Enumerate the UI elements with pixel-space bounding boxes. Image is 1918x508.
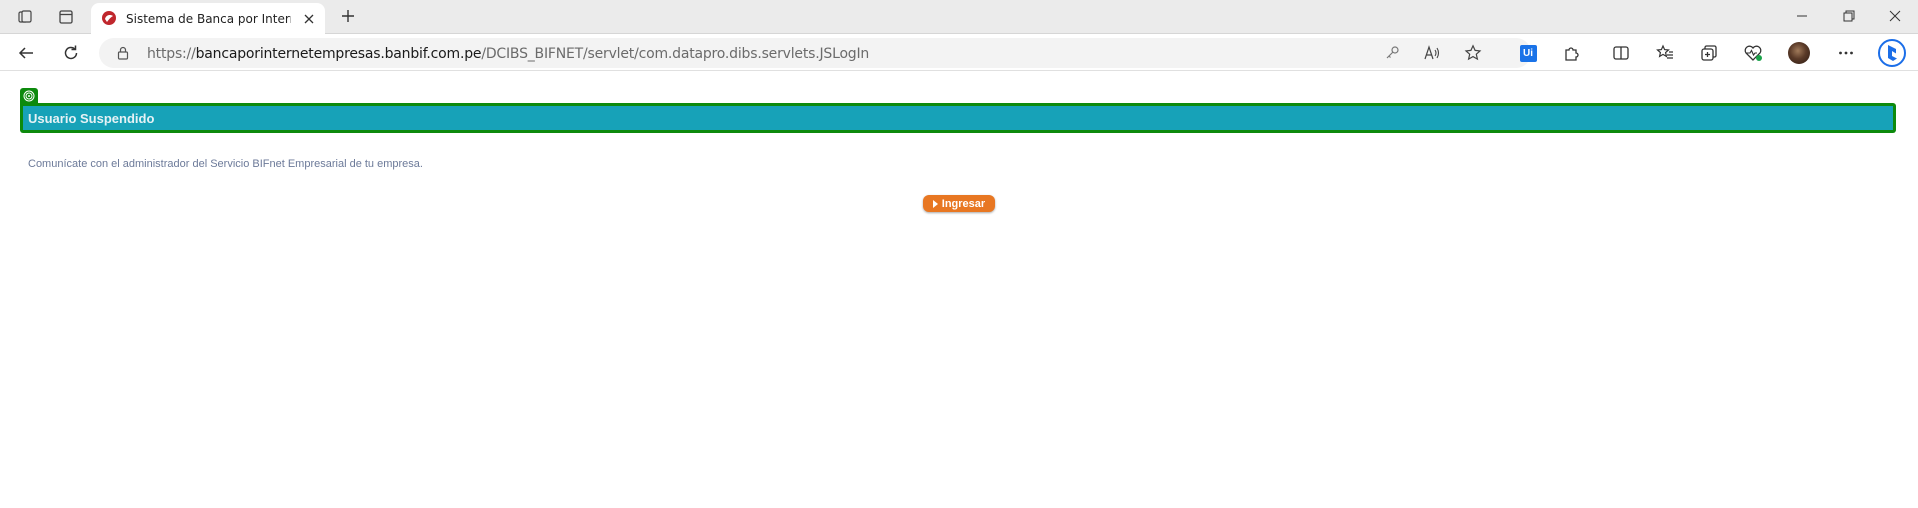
title-bar: Usuario Suspendido	[20, 103, 1896, 133]
bing-chat-icon[interactable]	[1877, 38, 1907, 68]
tab-active[interactable]: Sistema de Banca por Internet: U	[91, 3, 325, 34]
split-screen-icon[interactable]	[1609, 41, 1633, 65]
play-arrow-icon	[932, 199, 938, 208]
extension-ui-icon[interactable]: Ui	[1516, 41, 1540, 65]
url-prefix: https://	[147, 46, 196, 62]
refresh-icon[interactable]	[59, 41, 83, 65]
lock-icon[interactable]	[116, 46, 130, 60]
tab-close-icon[interactable]	[301, 11, 317, 27]
page-title: Usuario Suspendido	[28, 110, 155, 126]
profile-avatar[interactable]	[1787, 41, 1811, 65]
section-corner-icon	[20, 88, 38, 104]
more-menu-icon[interactable]	[1834, 41, 1858, 65]
tab-actions-icon[interactable]	[55, 6, 77, 28]
tab-title: Sistema de Banca por Internet: U	[126, 12, 291, 26]
collections-icon[interactable]	[1697, 41, 1721, 65]
extensions-puzzle-icon[interactable]	[1560, 41, 1584, 65]
extension-ui-label: Ui	[1523, 47, 1533, 59]
favorites-list-icon[interactable]	[1653, 41, 1677, 65]
url-path: /DCIBS_BIFNET/servlet/com.datapro.dibs.s…	[481, 46, 870, 62]
password-key-icon[interactable]	[1383, 44, 1401, 62]
browser-toolbar: https://bancaporinternetempresas.banbif.…	[0, 34, 1918, 71]
restore-icon[interactable]	[1827, 4, 1871, 28]
browser-essentials-icon[interactable]	[1741, 41, 1765, 65]
ingresar-button-label: Ingresar	[941, 197, 986, 210]
close-window-icon[interactable]	[1873, 4, 1917, 28]
workspaces-icon[interactable]	[14, 6, 36, 28]
ingresar-button[interactable]: Ingresar	[923, 195, 995, 212]
read-aloud-icon[interactable]	[1424, 44, 1442, 62]
new-tab-icon[interactable]	[337, 5, 359, 27]
status-message: Comunícate con el administrador del Serv…	[28, 158, 423, 170]
tab-strip: Sistema de Banca por Internet: U	[0, 0, 1918, 34]
page-content: Usuario Suspendido Comunícate con el adm…	[0, 71, 1918, 508]
minimize-icon[interactable]	[1780, 4, 1824, 28]
back-icon[interactable]	[14, 41, 38, 65]
favorite-star-icon[interactable]	[1464, 44, 1482, 62]
title-bar-inner: Usuario Suspendido	[23, 106, 1893, 130]
address-bar[interactable]: https://bancaporinternetempresas.banbif.…	[99, 38, 1531, 68]
site-favicon-icon	[101, 10, 117, 26]
url-host: bancaporinternetempresas.banbif.com.pe	[195, 46, 482, 62]
url-text[interactable]: https://bancaporinternetempresas.banbif.…	[147, 46, 869, 62]
